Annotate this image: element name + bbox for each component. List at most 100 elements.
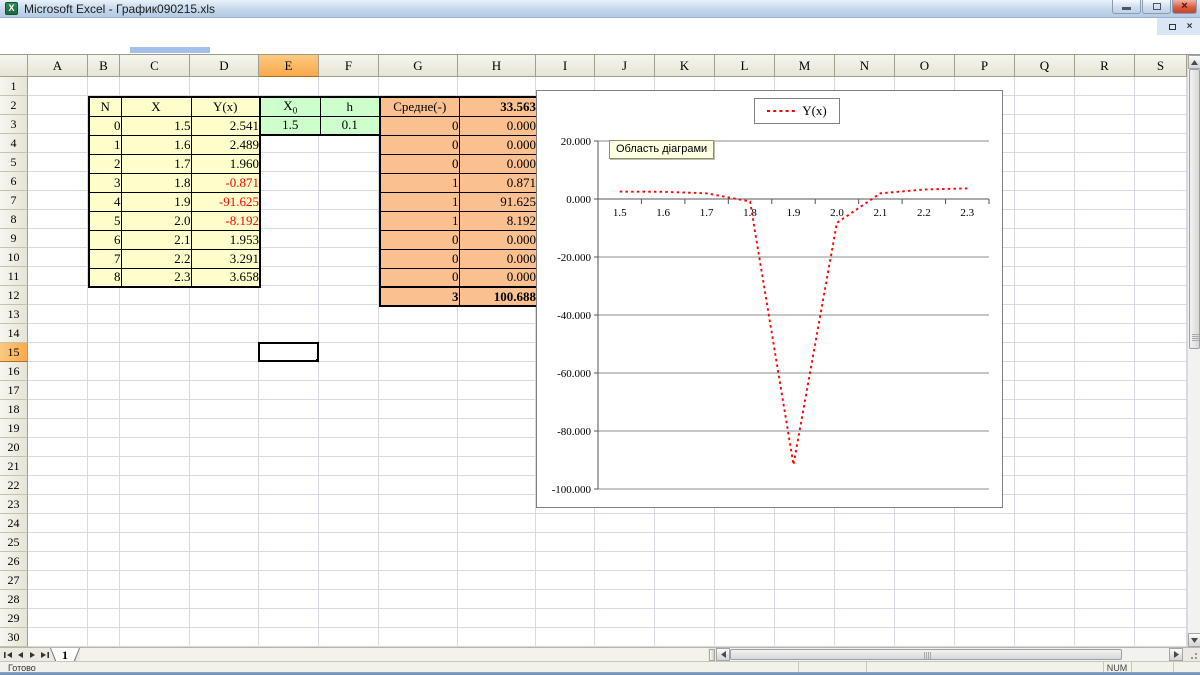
row-header-17[interactable]: 17 bbox=[0, 381, 28, 400]
next-sheet-button[interactable] bbox=[26, 649, 38, 661]
row-header-1[interactable]: 1 bbox=[0, 77, 28, 96]
row-header-13[interactable]: 13 bbox=[0, 305, 28, 324]
row-header-3[interactable]: 3 bbox=[0, 115, 28, 134]
column-header-Q[interactable]: Q bbox=[1015, 55, 1075, 77]
row-header-18[interactable]: 18 bbox=[0, 400, 28, 419]
column-header-J[interactable]: J bbox=[595, 55, 655, 77]
cell-C11[interactable]: 2.3 bbox=[120, 267, 192, 288]
cell-D4[interactable]: 2.489 bbox=[190, 134, 261, 155]
column-header-A[interactable]: A bbox=[28, 55, 88, 77]
row-header-23[interactable]: 23 bbox=[0, 495, 28, 514]
row-header-16[interactable]: 16 bbox=[0, 362, 28, 381]
close-button[interactable]: × bbox=[1172, 0, 1197, 14]
tab-split-handle[interactable] bbox=[709, 649, 715, 661]
row-header-20[interactable]: 20 bbox=[0, 438, 28, 457]
cell-G4[interactable]: 0 bbox=[379, 134, 460, 155]
cell-H12[interactable]: 100.688 bbox=[458, 286, 538, 307]
row-header-19[interactable]: 19 bbox=[0, 419, 28, 438]
sheet-tab-1[interactable]: 1 bbox=[50, 648, 80, 662]
cell-D6[interactable]: -0.871 bbox=[190, 172, 261, 193]
row-header-25[interactable]: 25 bbox=[0, 533, 28, 552]
cell-H9[interactable]: 0.000 bbox=[458, 229, 538, 250]
row-header-9[interactable]: 9 bbox=[0, 229, 28, 248]
select-all-corner[interactable] bbox=[0, 55, 28, 77]
cell-H3[interactable]: 0.000 bbox=[458, 115, 538, 136]
vertical-scrollbar[interactable] bbox=[1187, 55, 1200, 647]
workbook-restore-button[interactable] bbox=[1166, 21, 1179, 33]
cell-G9[interactable]: 0 bbox=[379, 229, 460, 250]
cell-H11[interactable]: 0.000 bbox=[458, 267, 538, 288]
prev-sheet-button[interactable] bbox=[14, 649, 26, 661]
column-header-H[interactable]: H bbox=[458, 55, 536, 77]
cell-G7[interactable]: 1 bbox=[379, 191, 460, 212]
column-header-C[interactable]: C bbox=[120, 55, 190, 77]
column-header-R[interactable]: R bbox=[1075, 55, 1135, 77]
column-header-F[interactable]: F bbox=[319, 55, 379, 77]
row-header-29[interactable]: 29 bbox=[0, 609, 28, 628]
column-header-P[interactable]: P bbox=[955, 55, 1015, 77]
cell-F3[interactable]: 0.1 bbox=[319, 115, 381, 136]
cell-G12[interactable]: 3 bbox=[379, 286, 460, 307]
cell-C3[interactable]: 1.5 bbox=[120, 115, 192, 136]
cell-H4[interactable]: 0.000 bbox=[458, 134, 538, 155]
cell-G8[interactable]: 1 bbox=[379, 210, 460, 231]
column-header-G[interactable]: G bbox=[379, 55, 458, 77]
row-header-28[interactable]: 28 bbox=[0, 590, 28, 609]
cell-H8[interactable]: 8.192 bbox=[458, 210, 538, 231]
cell-B9[interactable]: 6 bbox=[88, 229, 122, 250]
cell-G6[interactable]: 1 bbox=[379, 172, 460, 193]
cell-C5[interactable]: 1.7 bbox=[120, 153, 192, 174]
row-header-30[interactable]: 30 bbox=[0, 628, 28, 647]
scroll-down-button[interactable] bbox=[1188, 633, 1200, 647]
cell-D7[interactable]: -91.625 bbox=[190, 191, 261, 212]
column-header-S[interactable]: S bbox=[1135, 55, 1187, 77]
cell-H7[interactable]: 91.625 bbox=[458, 191, 538, 212]
cell-header-X[interactable]: X0 bbox=[259, 96, 321, 117]
first-sheet-button[interactable] bbox=[2, 649, 14, 661]
column-header-I[interactable]: I bbox=[536, 55, 595, 77]
column-header-D[interactable]: D bbox=[190, 55, 259, 77]
cell-D10[interactable]: 3.291 bbox=[190, 248, 261, 269]
scroll-right-button[interactable] bbox=[1169, 648, 1183, 661]
cell-D5[interactable]: 1.960 bbox=[190, 153, 261, 174]
cell-E3[interactable]: 1.5 bbox=[259, 115, 321, 136]
cell-header-X[interactable]: X bbox=[120, 96, 192, 117]
cell-H5[interactable]: 0.000 bbox=[458, 153, 538, 174]
cell-header-h[interactable]: h bbox=[319, 96, 381, 117]
cell-D3[interactable]: 2.541 bbox=[190, 115, 261, 136]
row-header-6[interactable]: 6 bbox=[0, 172, 28, 191]
row-header-15[interactable]: 15 bbox=[0, 343, 28, 362]
horizontal-scrollbar[interactable] bbox=[716, 648, 1183, 662]
cell-B11[interactable]: 8 bbox=[88, 267, 122, 288]
cell-D9[interactable]: 1.953 bbox=[190, 229, 261, 250]
params-table[interactable]: X0 h 1.5 0.1 bbox=[259, 96, 381, 137]
row-header-2[interactable]: 2 bbox=[0, 96, 28, 115]
resize-grip[interactable] bbox=[1183, 648, 1200, 662]
cell-G3[interactable]: 0 bbox=[379, 115, 460, 136]
fill-handle[interactable] bbox=[316, 359, 319, 362]
vertical-scroll-thumb[interactable] bbox=[1189, 69, 1200, 349]
cell-C8[interactable]: 2.0 bbox=[120, 210, 192, 231]
cell-H2[interactable]: 33.563 bbox=[458, 96, 538, 117]
cell-header-N[interactable]: N bbox=[88, 96, 122, 117]
cell-G11[interactable]: 0 bbox=[379, 267, 460, 288]
active-cell-cursor[interactable] bbox=[258, 342, 319, 362]
cell-B10[interactable]: 7 bbox=[88, 248, 122, 269]
cell-header-Y(x)[interactable]: Y(x) bbox=[190, 96, 261, 117]
row-header-27[interactable]: 27 bbox=[0, 571, 28, 590]
column-header-M[interactable]: M bbox=[775, 55, 835, 77]
cell-D8[interactable]: -8.192 bbox=[190, 210, 261, 231]
chart[interactable]: 20.000 0.000 -20.000 -40.000 -60.000 -80.000 -… bbox=[536, 90, 1003, 508]
cell-C7[interactable]: 1.9 bbox=[120, 191, 192, 212]
cell-B6[interactable]: 3 bbox=[88, 172, 122, 193]
restore-button[interactable] bbox=[1142, 0, 1171, 14]
row-header-4[interactable]: 4 bbox=[0, 134, 28, 153]
column-header-N[interactable]: N bbox=[835, 55, 895, 77]
cell-H6[interactable]: 0.871 bbox=[458, 172, 538, 193]
workbook-close-button[interactable]: × bbox=[1183, 21, 1196, 33]
cell-G5[interactable]: 0 bbox=[379, 153, 460, 174]
scroll-up-button[interactable] bbox=[1188, 55, 1200, 69]
row-header-12[interactable]: 12 bbox=[0, 286, 28, 305]
cell-C4[interactable]: 1.6 bbox=[120, 134, 192, 155]
column-header-E[interactable]: E bbox=[259, 55, 319, 77]
